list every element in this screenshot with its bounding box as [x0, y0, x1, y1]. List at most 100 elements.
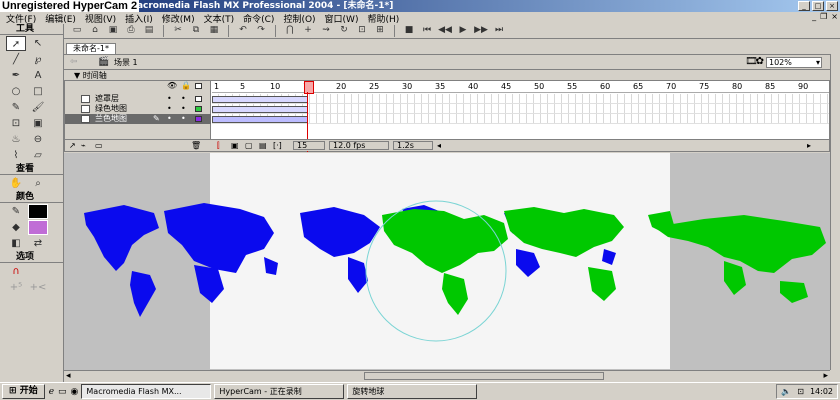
paint-bucket-tool-icon[interactable]: ⊖	[28, 132, 48, 147]
redo-icon[interactable]: ↷	[254, 24, 268, 37]
task-folder[interactable]: 旋转地球	[347, 384, 478, 399]
layer-color-swatch[interactable]	[195, 116, 202, 122]
horizontal-scrollbar[interactable]: ◂ ▸	[64, 370, 830, 381]
back-arrow-icon[interactable]: ⇦	[70, 57, 78, 67]
lock-dot[interactable]: •	[181, 114, 186, 124]
brush-tool-icon[interactable]: 🖌	[28, 100, 48, 115]
snap-icon[interactable]: ⋂	[283, 24, 297, 37]
subselect-tool-icon[interactable]: ↖	[28, 36, 48, 51]
text-tool-icon[interactable]: A	[28, 68, 48, 83]
copy-icon[interactable]: ⧉	[189, 24, 203, 37]
close-button[interactable]: ×	[826, 1, 838, 11]
layer-row[interactable]: 绿色地图 • •	[65, 104, 211, 114]
doc-restore-icon[interactable]: ❐	[820, 12, 827, 21]
stroke-color-swatch[interactable]	[28, 204, 48, 219]
step-back-icon[interactable]: ◀◀	[438, 24, 452, 37]
onion-skin-icon[interactable]: ▣	[231, 140, 239, 151]
lock-icon[interactable]: 🔒	[181, 81, 191, 91]
visibility-dot[interactable]: •	[167, 94, 172, 104]
maximize-button[interactable]: □	[812, 1, 824, 11]
ie-icon[interactable]: ℯ	[49, 387, 54, 397]
rotate-icon[interactable]: ↻	[337, 24, 351, 37]
step-forward-icon[interactable]: ▶▶	[474, 24, 488, 37]
keyframe-span[interactable]	[212, 106, 308, 113]
lock-dot[interactable]: •	[181, 104, 186, 114]
stop-icon[interactable]: ■	[402, 24, 416, 37]
ink-bottle-tool-icon[interactable]: ♨	[6, 132, 26, 147]
start-button[interactable]: ⊞ 开始	[2, 384, 45, 399]
minimize-button[interactable]: _	[798, 1, 810, 11]
lasso-tool-icon[interactable]: ℘	[28, 52, 48, 67]
scroll-thumb[interactable]	[364, 372, 604, 380]
hand-tool-icon[interactable]: ✋	[6, 176, 26, 191]
add-folder-icon[interactable]: ▭	[95, 140, 103, 151]
pencil-tool-icon[interactable]: ✎	[6, 100, 26, 115]
visibility-dot[interactable]: •	[167, 104, 172, 114]
arrow-tool-icon[interactable]: ➚	[6, 36, 26, 51]
desktop-icon[interactable]: ▭	[58, 387, 67, 397]
oval-tool-icon[interactable]: ○	[6, 84, 26, 99]
zoom-tool-icon[interactable]: ⌕	[28, 176, 48, 191]
scroll-right-icon[interactable]: ▸	[807, 140, 811, 151]
swap-colors-icon[interactable]: ⇄	[28, 236, 48, 251]
doc-close-icon[interactable]: ×	[831, 12, 838, 21]
scroll-left-icon[interactable]: ◂	[66, 371, 71, 381]
scroll-right-icon[interactable]: ▸	[823, 371, 828, 381]
document-tab[interactable]: 未命名-1*	[66, 43, 116, 54]
eyedropper-tool-icon[interactable]: ⌇	[6, 148, 26, 163]
zoom-select[interactable]: 102% ▾	[766, 57, 822, 68]
cut-icon[interactable]: ✂	[171, 24, 185, 37]
task-flash[interactable]: Macromedia Flash MX...	[81, 384, 212, 399]
open-file-icon[interactable]: ⌂	[88, 24, 102, 37]
save-icon[interactable]: ▣	[106, 24, 120, 37]
task-hypercam[interactable]: HyperCam - 正在录制	[214, 384, 345, 399]
modify-markers-icon[interactable]: [·]	[273, 140, 282, 151]
eye-icon[interactable]: 👁	[167, 81, 177, 91]
play-icon[interactable]: ▶	[456, 24, 470, 37]
layer-color-swatch[interactable]	[195, 96, 202, 102]
stroke-color-icon[interactable]: ✎	[6, 204, 26, 219]
map-artwork[interactable]	[64, 153, 830, 370]
go-to-end-icon[interactable]: ⏭	[492, 24, 506, 37]
print-preview-icon[interactable]: ▤	[142, 24, 156, 37]
align-icon[interactable]: ⊞	[373, 24, 387, 37]
fill-color-swatch[interactable]	[28, 220, 48, 235]
new-file-icon[interactable]: ▭	[70, 24, 84, 37]
layer-row-selected[interactable]: 兰色地图 ✎ • •	[65, 114, 211, 124]
outline-icon[interactable]	[195, 83, 202, 89]
edit-multiple-icon[interactable]: ▤	[259, 140, 267, 151]
timeline-header[interactable]: ▼ 时间轴	[64, 71, 830, 80]
line-tool-icon[interactable]: ╱	[6, 52, 26, 67]
layer-color-swatch[interactable]	[195, 106, 202, 112]
network-icon[interactable]: ⊡	[797, 385, 804, 398]
smooth-option-icon[interactable]: +⁵	[6, 280, 26, 295]
scale-icon[interactable]: ⊡	[355, 24, 369, 37]
layer-row[interactable]: 遮罩层 • •	[65, 94, 211, 104]
eraser-tool-icon[interactable]: ▱	[28, 148, 48, 163]
straighten-icon[interactable]: ⇝	[319, 24, 333, 37]
scroll-left-icon[interactable]: ◂	[437, 140, 441, 151]
keyframe-span[interactable]	[212, 116, 308, 123]
snap-magnet-icon[interactable]: ∩	[6, 264, 26, 279]
pen-tool-icon[interactable]: ✒	[6, 68, 26, 83]
undo-icon[interactable]: ↶	[236, 24, 250, 37]
onion-outline-icon[interactable]: ▢	[245, 140, 253, 151]
menu-file[interactable]: 文件(F)	[6, 12, 36, 25]
paste-icon[interactable]: ▦	[207, 24, 221, 37]
print-icon[interactable]: ⎙	[124, 24, 138, 37]
visibility-dot[interactable]: •	[167, 114, 172, 124]
volume-icon[interactable]: 🔈	[781, 385, 791, 398]
trash-icon[interactable]: 🗑	[191, 140, 201, 151]
scene-name[interactable]: 场景 1	[114, 57, 138, 68]
frame-rate[interactable]: 12.0 fps	[329, 141, 389, 150]
free-transform-tool-icon[interactable]: ⊡	[6, 116, 26, 131]
default-colors-icon[interactable]: ◧	[6, 236, 26, 251]
fill-color-icon[interactable]: ◆	[6, 220, 26, 235]
add-guide-icon[interactable]: ⌁	[81, 140, 86, 151]
center-frame-icon[interactable]: ⫿	[217, 140, 220, 151]
fill-transform-tool-icon[interactable]: ▣	[28, 116, 48, 131]
doc-minimize-icon[interactable]: _	[812, 12, 816, 21]
edit-symbol-icon[interactable]: ✿	[756, 56, 764, 67]
rewind-icon[interactable]: ⏮	[420, 24, 434, 37]
stage-workspace[interactable]	[64, 153, 830, 370]
